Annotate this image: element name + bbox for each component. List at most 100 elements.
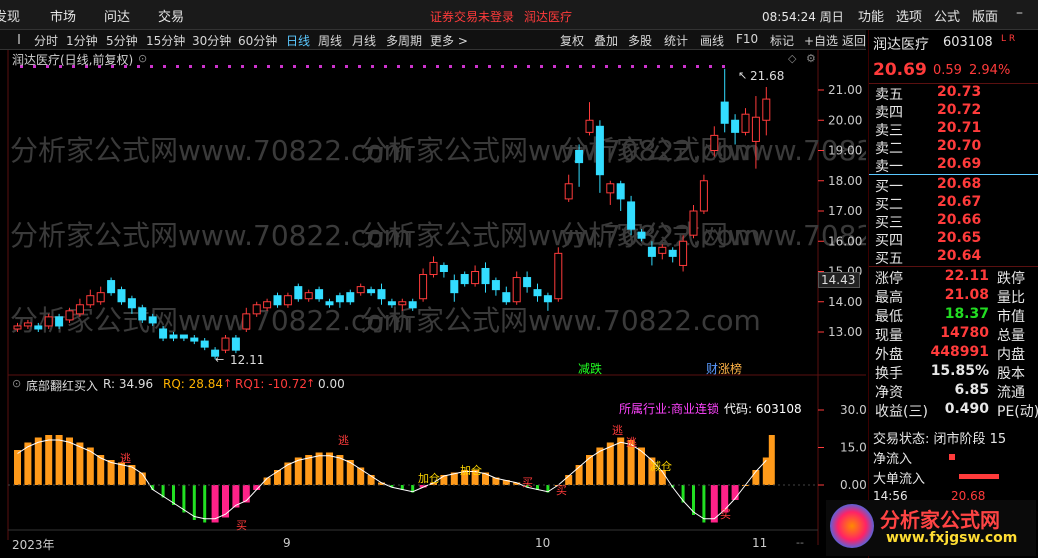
menu-layout[interactable]: 版面 <box>972 6 998 25</box>
period-1min[interactable]: 1分钟 <box>66 32 98 49</box>
menu-options[interactable]: 选项 <box>896 6 922 25</box>
period-5min[interactable]: 5分钟 <box>106 32 138 49</box>
price-axis-label: 20.00 <box>828 113 862 127</box>
marker-dot <box>670 65 673 68</box>
chart-area[interactable]: 分析家公式网www.70822.com 分析家公式网www.70822.com 分析… <box>0 50 866 558</box>
low-label: 12.11 <box>230 353 265 367</box>
menu-function[interactable]: 功能 <box>858 6 884 25</box>
menu-market[interactable]: 市场 <box>50 6 76 25</box>
btn-multistock[interactable]: 多股 <box>628 32 652 49</box>
signal-label: 逃 <box>338 434 349 447</box>
candle-body <box>720 101 729 124</box>
stat-row: 现量 14780 总量 <box>873 325 1035 344</box>
indicator-bar <box>192 485 196 520</box>
indicator-axis-label: 30.00 <box>840 403 866 417</box>
candle-body <box>627 201 636 230</box>
order-label: 买一 <box>875 179 903 195</box>
btn-add-watch[interactable]: +自选 <box>804 32 838 49</box>
order-row: 卖三 20.71 <box>873 120 1035 139</box>
indicator-bar <box>45 435 53 485</box>
marker-dot <box>345 65 348 68</box>
btn-draw[interactable]: 画线 <box>700 32 724 49</box>
order-row: 买四 20.65 <box>873 230 1035 249</box>
period-multi[interactable]: 多周期 <box>386 32 422 49</box>
indicator-bar <box>242 485 250 503</box>
btn-back[interactable]: 返回 <box>842 32 866 49</box>
period-daily[interactable]: 日线 <box>286 32 310 49</box>
candlestick <box>117 286 126 305</box>
btn-f10[interactable]: F10 <box>736 32 758 46</box>
chart-options-icon[interactable]: ⊙ <box>138 52 147 65</box>
candlestick <box>96 286 105 305</box>
btn-mark[interactable]: 标记 <box>770 32 794 49</box>
indicator-rq1-arrow-icon: ↑ <box>306 377 316 390</box>
candle-body <box>169 334 178 339</box>
period-weekly[interactable]: 周线 <box>318 32 342 49</box>
btn-overlay[interactable]: 叠加 <box>594 32 618 49</box>
candle-body <box>543 295 552 303</box>
candle-body <box>710 134 719 151</box>
bigflow-bar <box>959 474 999 479</box>
marker-dot <box>280 65 283 68</box>
marker-dot <box>501 65 504 68</box>
menu-wenda[interactable]: 问达 <box>104 6 130 25</box>
candle-body <box>263 301 272 309</box>
settings-icon[interactable]: ⚙ <box>806 52 816 65</box>
price-axis-label: 16.00 <box>828 234 862 248</box>
stat-value: 18.37 <box>944 306 989 322</box>
candlestick <box>221 335 230 354</box>
tag-cai[interactable]: 财 <box>706 360 718 377</box>
industry-label: 所属行业:商业连锁 <box>619 402 720 416</box>
btn-fuquan[interactable]: 复权 <box>560 32 584 49</box>
candlestick <box>179 334 188 342</box>
candle-body <box>429 261 438 276</box>
candle-body <box>439 264 448 272</box>
order-label: 买五 <box>875 251 903 267</box>
order-price: 20.64 <box>937 248 982 264</box>
order-row: 卖五 20.73 <box>873 84 1035 103</box>
quote-name: 润达医疗 <box>873 37 929 53</box>
watermark-text: 分析家公式网www.70822.com <box>360 304 761 337</box>
stock-link[interactable]: 润达医疗 <box>524 8 572 25</box>
code-label: 代码: 603108 <box>724 402 802 416</box>
diamond-icon[interactable]: ◇ <box>788 52 796 65</box>
candlestick <box>741 108 750 136</box>
period-30min[interactable]: 30分钟 <box>192 32 231 49</box>
candlestick <box>107 277 116 296</box>
marker-dot <box>709 65 712 68</box>
signal-label: 加仓 <box>460 464 482 477</box>
menu-discover[interactable]: 发现 <box>0 6 20 25</box>
collapse-icon[interactable] <box>18 34 26 44</box>
order-label: 卖一 <box>875 159 903 175</box>
stats-table: 涨停 22.11 跌停 最高 21.08 量比 最低 18.37 市值 现量 14780 总量 外盘 44… <box>869 268 1038 428</box>
tag-jiandie[interactable]: 减跌 <box>578 360 602 377</box>
indicator-bar <box>14 450 21 485</box>
menu-formula[interactable]: 公式 <box>934 6 960 25</box>
quote-pct: 2.94% <box>969 63 1011 78</box>
tag-zhangbang[interactable]: 涨榜 <box>718 360 742 377</box>
candle-body <box>367 289 376 294</box>
indicator-bar <box>203 485 207 523</box>
indicator-name[interactable]: 底部翻红买入 <box>26 377 98 394</box>
candlestick <box>720 68 729 133</box>
indicator-bar <box>575 465 583 485</box>
period-monthly[interactable]: 月线 <box>352 32 376 49</box>
scroll-icon[interactable]: -- <box>796 536 804 549</box>
marker-dot <box>384 65 387 68</box>
period-more[interactable]: 更多 > <box>430 32 468 49</box>
level-badge: L R <box>1001 34 1016 44</box>
indicator-icon[interactable]: ⊙ <box>12 377 21 390</box>
btn-stats[interactable]: 统计 <box>664 32 688 49</box>
candle-body <box>554 252 563 300</box>
marker-dot <box>306 65 309 68</box>
period-15min[interactable]: 15分钟 <box>146 32 185 49</box>
minimize-icon[interactable]: – <box>1016 5 1023 21</box>
indicator-axis-label: 0.00 <box>840 478 866 492</box>
indicator-bar <box>66 437 73 485</box>
period-60min[interactable]: 60分钟 <box>238 32 277 49</box>
period-fenshi[interactable]: 分时 <box>34 32 58 49</box>
candle-body <box>283 295 292 306</box>
signal-label: 加仓 <box>418 472 440 485</box>
login-warning[interactable]: 证券交易未登录 <box>430 8 514 25</box>
menu-trade[interactable]: 交易 <box>158 6 184 25</box>
